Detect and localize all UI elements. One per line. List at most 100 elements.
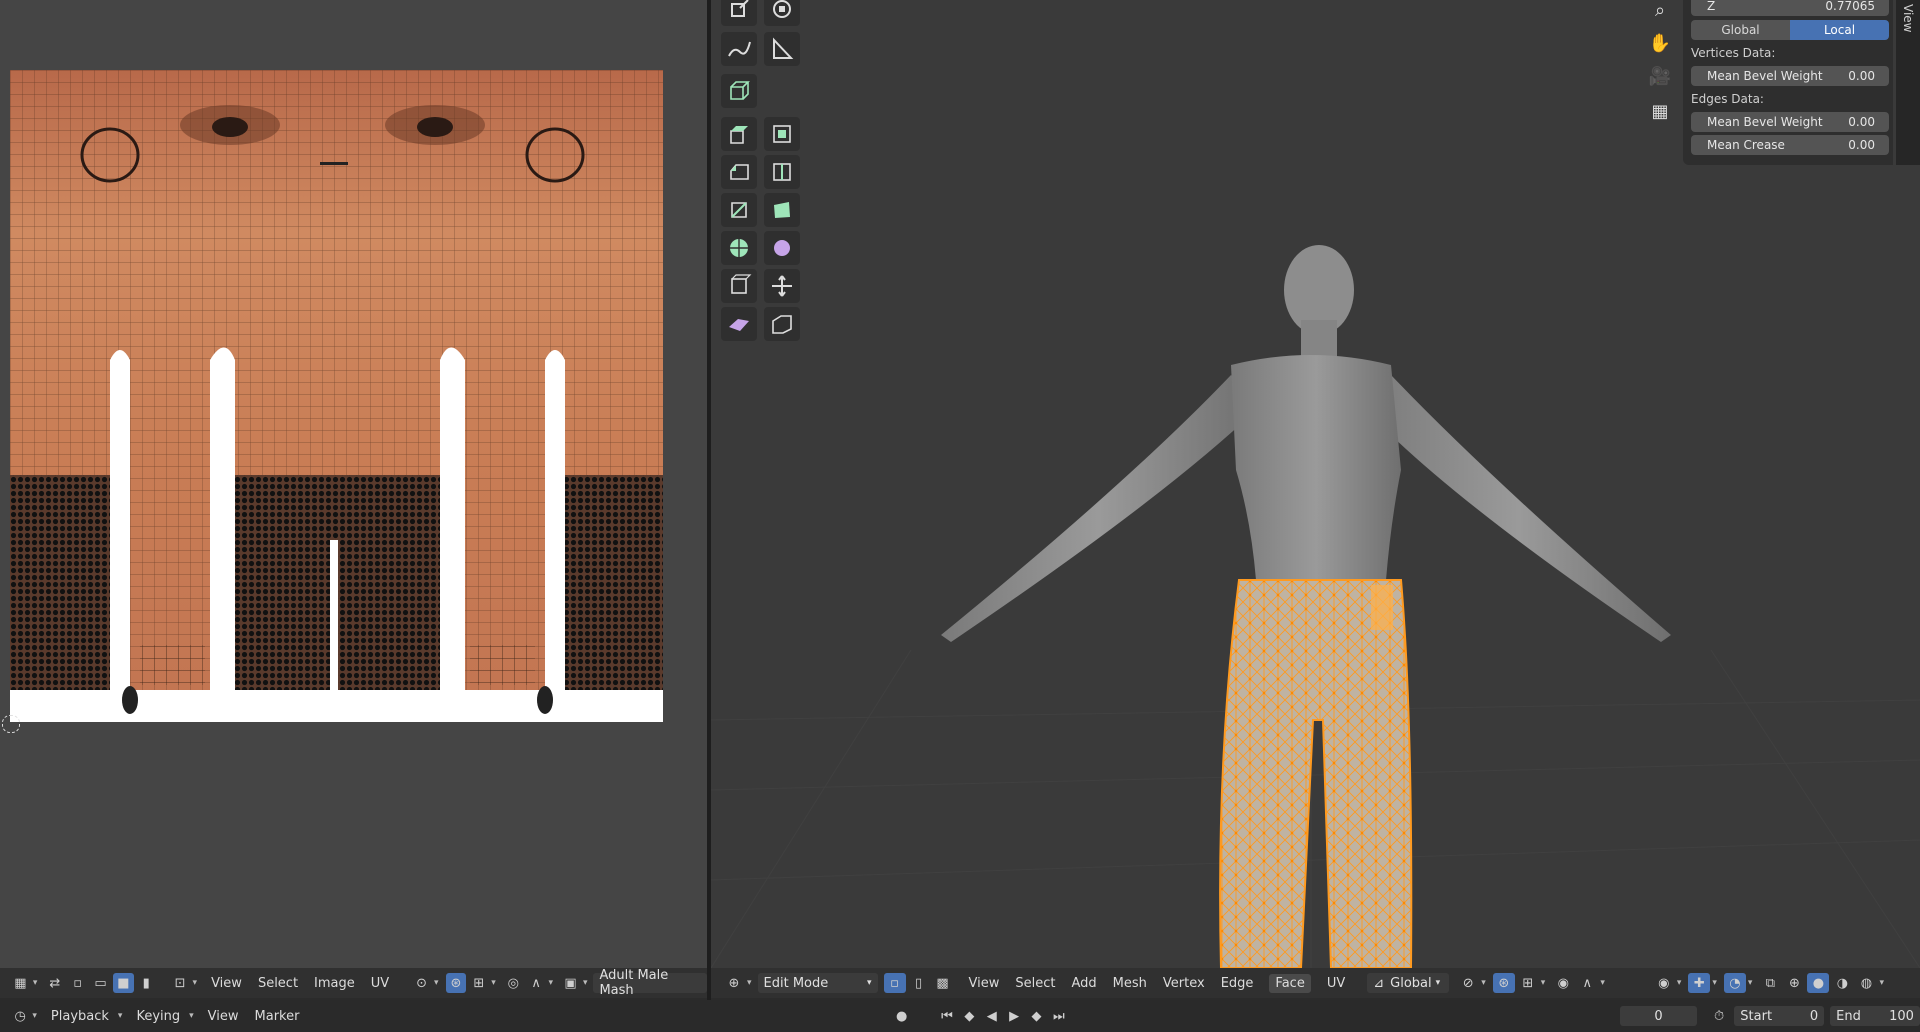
menu-select[interactable]: Select (1015, 976, 1055, 991)
transform-orientation-dropdown[interactable]: ⊿ Global ▾ (1367, 973, 1450, 993)
global-button[interactable]: Global (1691, 20, 1790, 40)
perspective-toggle-icon[interactable]: ▦ (1645, 96, 1675, 126)
camera-view-icon[interactable]: 🎥 (1645, 61, 1675, 91)
editor-type-icon[interactable]: ⊕ (723, 973, 745, 993)
mean-crease-field[interactable]: Mean Crease 0.00 (1691, 135, 1889, 155)
snap-target-icon[interactable]: ⊞ (468, 973, 489, 993)
vertex-mean-bevel-weight-field[interactable]: Mean Bevel Weight 0.00 (1691, 66, 1889, 86)
loop-cut-tool[interactable] (764, 155, 800, 189)
snap-icon[interactable]: ⊛ (445, 973, 467, 993)
play-icon[interactable]: ▶ (1004, 1006, 1024, 1026)
menu-playback[interactable]: Playback (51, 1009, 109, 1024)
shear-tool[interactable] (721, 307, 757, 341)
snap-icon[interactable]: ⊛ (1492, 973, 1515, 993)
smooth-tool[interactable] (764, 231, 800, 265)
proportional-edit-icon[interactable]: ◎ (503, 973, 524, 993)
menu-select[interactable]: Select (258, 976, 298, 991)
pivot-icon[interactable]: ⊙ (411, 973, 432, 993)
z-location-field[interactable]: Z 0.77065 (1691, 0, 1889, 16)
prev-keyframe-icon[interactable]: ◆ (959, 1006, 979, 1026)
mode-dropdown[interactable]: Edit Mode ▾ (757, 973, 878, 993)
rip-region-tool[interactable] (764, 307, 800, 341)
menu-view[interactable]: View (969, 976, 1000, 991)
face-select-icon[interactable]: ■ (112, 973, 134, 993)
record-icon[interactable]: ● (891, 1006, 911, 1026)
jump-start-icon[interactable]: ⏮ (937, 1006, 957, 1026)
image-name-field[interactable]: Adult Male Mash (593, 968, 708, 998)
next-keyframe-icon[interactable]: ◆ (1026, 1006, 1046, 1026)
transform-tool[interactable] (764, 0, 800, 26)
shrink-fatten-tool[interactable] (764, 269, 800, 303)
falloff-icon[interactable]: ∧ (526, 973, 547, 993)
sticky-selection-icon[interactable]: ⊡ (170, 973, 191, 993)
menu-mesh[interactable]: Mesh (1113, 976, 1147, 991)
mode-label: Edit Mode (763, 975, 829, 991)
editor-type-icon[interactable]: ▦ (10, 973, 31, 993)
edge-select-icon[interactable]: ▭ (90, 973, 111, 993)
end-label: End (1836, 1008, 1861, 1024)
overlays-icon[interactable]: ◔ (1723, 973, 1746, 993)
rendered-shading-icon[interactable]: ◍ (1855, 973, 1877, 993)
local-button[interactable]: Local (1790, 20, 1889, 40)
menu-view[interactable]: View (211, 976, 242, 991)
end-frame-field[interactable]: End 100 (1830, 1006, 1920, 1026)
falloff-icon[interactable]: ∧ (1576, 973, 1598, 993)
menu-image[interactable]: Image (314, 976, 355, 991)
solid-shading-icon[interactable]: ● (1807, 973, 1830, 993)
menu-edge[interactable]: Edge (1221, 976, 1254, 991)
add-cube-tool[interactable] (721, 74, 757, 108)
pivot-point-icon[interactable]: ⊘ (1457, 973, 1479, 993)
tab-view[interactable]: View (1896, 0, 1920, 165)
vertices-data-header: Vertices Data: (1691, 46, 1776, 60)
field-label: Mean Crease (1707, 138, 1785, 152)
current-frame-field[interactable]: 0 (1620, 1006, 1697, 1026)
menu-view[interactable]: View (208, 1009, 239, 1024)
start-frame-field[interactable]: Start 0 (1734, 1006, 1825, 1026)
menu-add[interactable]: Add (1072, 976, 1097, 991)
play-reverse-icon[interactable]: ◀ (982, 1006, 1002, 1026)
edges-data-header: Edges Data: (1691, 92, 1764, 106)
extrude-region-tool[interactable] (721, 117, 757, 151)
snap-target-icon[interactable]: ⊞ (1517, 973, 1539, 993)
wireframe-shading-icon[interactable]: ⊕ (1783, 973, 1805, 993)
jump-end-icon[interactable]: ⏭ (1049, 1006, 1069, 1026)
measure-tool[interactable] (764, 32, 800, 66)
edge-select-mode-icon[interactable]: ▯ (908, 973, 930, 993)
menu-face[interactable]: Face (1269, 973, 1311, 993)
edge-slide-tool[interactable] (721, 269, 757, 303)
poly-build-tool[interactable] (764, 193, 800, 227)
menu-uv[interactable]: UV (371, 976, 389, 991)
scale-tool[interactable] (721, 0, 757, 26)
xray-icon[interactable]: ⧉ (1759, 973, 1781, 993)
orientation-icon: ⊿ (1373, 975, 1385, 991)
uv-2d-cursor[interactable] (2, 715, 20, 733)
pan-hand-icon[interactable]: ✋ (1645, 28, 1675, 58)
uv-texture-image[interactable] (10, 70, 663, 722)
stopwatch-icon[interactable]: ⏱ (1709, 1006, 1729, 1026)
sync-selection-icon[interactable]: ⇄ (44, 973, 65, 993)
tab-view-label: View (1901, 4, 1915, 33)
material-shading-icon[interactable]: ◑ (1831, 973, 1853, 993)
inset-faces-tool[interactable] (764, 117, 800, 151)
island-select-icon[interactable]: ▮ (136, 973, 157, 993)
timeline-editor-icon[interactable]: ◷ (10, 1006, 30, 1026)
visibility-icon[interactable]: ◉ (1653, 973, 1675, 993)
vertex-select-icon[interactable]: ▫ (67, 973, 88, 993)
menu-vertex[interactable]: Vertex (1163, 976, 1205, 991)
start-value: 0 (1809, 1008, 1819, 1024)
proportional-edit-icon[interactable]: ◉ (1552, 973, 1574, 993)
field-value: 0.00 (1848, 138, 1875, 152)
image-browse-icon[interactable]: ▣ (560, 973, 581, 993)
menu-keying[interactable]: Keying (136, 1009, 180, 1024)
gizmo-icon[interactable]: ✚ (1688, 973, 1711, 993)
menu-marker[interactable]: Marker (255, 1009, 300, 1024)
bevel-tool[interactable] (721, 155, 757, 189)
annotate-tool[interactable] (721, 32, 757, 66)
spin-tool[interactable] (721, 231, 757, 265)
menu-uv[interactable]: UV (1327, 976, 1345, 991)
uv-editor-area[interactable] (0, 0, 707, 968)
face-select-mode-icon[interactable]: ▩ (932, 973, 954, 993)
edge-mean-bevel-weight-field[interactable]: Mean Bevel Weight 0.00 (1691, 112, 1889, 132)
knife-tool[interactable] (721, 193, 757, 227)
vertex-select-mode-icon[interactable]: ▫ (883, 973, 906, 993)
